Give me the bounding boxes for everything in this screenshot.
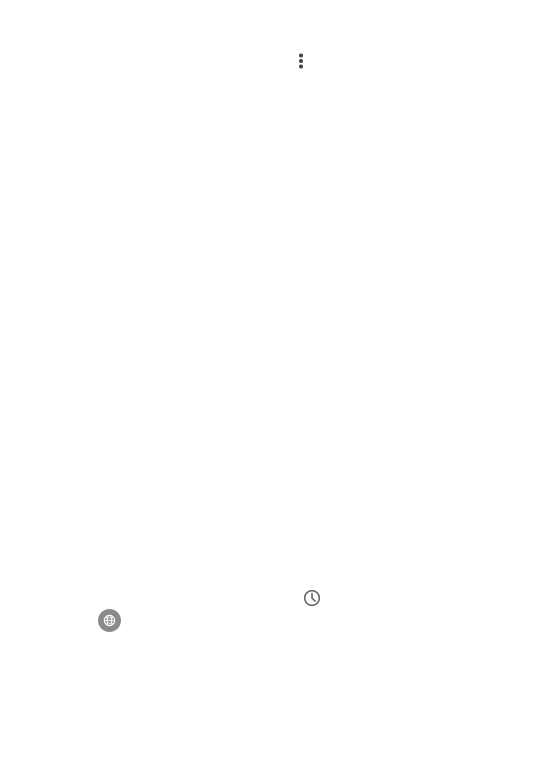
clock-icon	[303, 589, 321, 607]
history-button[interactable]	[301, 587, 323, 609]
language-globe-button[interactable]	[98, 609, 121, 632]
screen	[0, 0, 539, 765]
globe-icon	[103, 614, 116, 627]
more-vertical-icon	[299, 53, 303, 69]
overflow-menu-button[interactable]	[289, 49, 313, 73]
